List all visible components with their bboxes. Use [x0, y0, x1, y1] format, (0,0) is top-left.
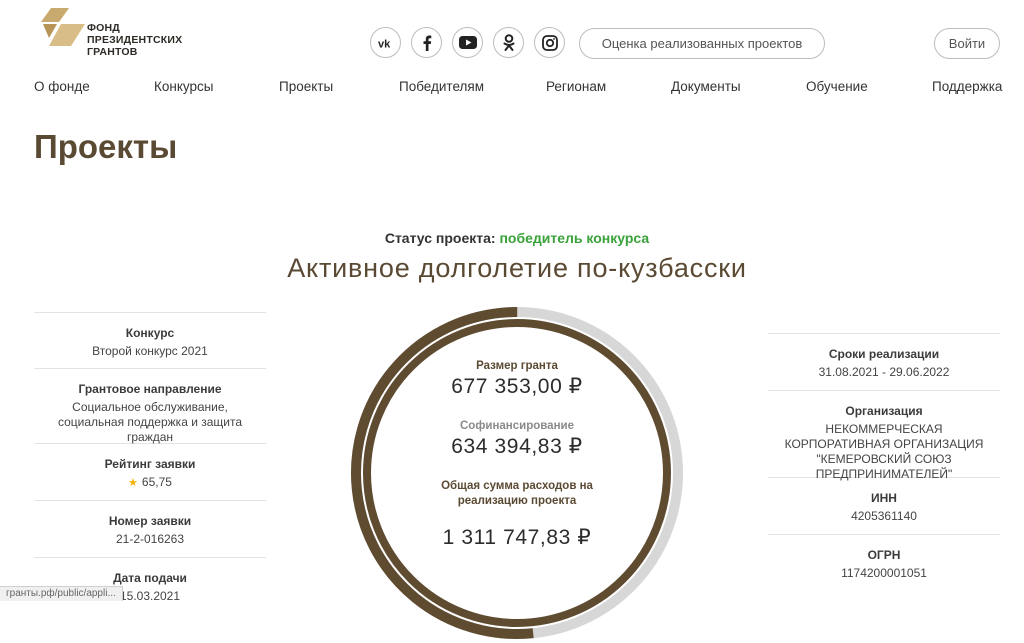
facebook-icon	[423, 35, 431, 51]
brand-line: ПРЕЗИДЕНТСКИХ	[87, 34, 183, 46]
main-nav: О фонде Конкурсы Проекты Победителям Рег…	[0, 79, 1024, 97]
ring-grant-share	[351, 307, 683, 639]
info-rating: Рейтинг заявки ★ 65,75	[34, 443, 266, 500]
project-status: Статус проекта: победитель конкурса	[0, 230, 1024, 246]
youtube-icon	[458, 36, 477, 49]
funding-ring-chart	[351, 307, 683, 639]
info-label: ИНН	[871, 491, 897, 505]
info-inn: ИНН 4205361140	[768, 477, 1000, 534]
brand-line: ФОНД	[87, 22, 120, 34]
odnoklassniki-icon	[503, 34, 514, 51]
star-icon: ★	[128, 477, 138, 489]
info-value: НЕКОММЕРЧЕСКАЯ КОРПОРАТИВНАЯ ОРГАНИЗАЦИЯ…	[784, 422, 984, 481]
logo-emblem-icon	[41, 8, 85, 46]
info-label: Грантовое направление	[78, 382, 222, 396]
info-label: Сроки реализации	[828, 347, 940, 361]
vk-icon: vk	[378, 38, 391, 48]
total-label: Общая сумма расходов на реализацию проек…	[441, 480, 593, 507]
cofinancing-label: Софинансирование	[460, 420, 574, 432]
facebook-link[interactable]	[411, 27, 442, 58]
project-title: Активное долголетие по-кузбасски	[287, 253, 747, 283]
info-application-number: Номер заявки 21-2-016263	[34, 500, 266, 557]
cofinancing-value: 634 394,83 ₽	[451, 435, 583, 458]
info-label: ОГРН	[867, 548, 901, 562]
left-info-panel: Конкурс Второй конкурс 2021 Грантовое на…	[34, 312, 266, 603]
rating-value: 65,75	[141, 475, 172, 489]
nav-item-winners[interactable]: Победителям	[399, 79, 484, 94]
nav-item-about[interactable]: О фонде	[34, 79, 90, 94]
info-label: Номер заявки	[108, 514, 192, 528]
project-evaluation-button[interactable]: Оценка реализованных проектов	[579, 28, 825, 59]
info-grant-direction: Грантовое направление Социальное обслужи…	[34, 368, 266, 444]
funding-ring: Размер гранта 677 353,00 ₽ Софинансирова…	[347, 303, 687, 643]
logo[interactable]: ФОНД ПРЕЗИДЕНТСКИХ ГРАНТОВ	[41, 8, 211, 62]
total-value: 1 311 747,83 ₽	[442, 526, 592, 549]
nav-item-projects[interactable]: Проекты	[279, 79, 333, 94]
browser-status-url: гранты.рф/public/appli...	[0, 586, 123, 601]
youtube-link[interactable]	[452, 27, 483, 58]
info-value: Второй конкурс 2021	[92, 344, 208, 358]
info-ogrn: ОГРН 1174200001051	[768, 534, 1000, 591]
info-value: 4205361140	[851, 509, 917, 523]
info-organization: Организация НЕКОММЕРЧЕСКАЯ КОРПОРАТИВНАЯ…	[768, 390, 1000, 481]
info-value: Социальное обслуживание, социальная подд…	[57, 400, 243, 444]
right-info-panel: Сроки реализации 31.08.2021 - 29.06.2022…	[768, 333, 1000, 591]
info-label: Рейтинг заявки	[104, 457, 196, 471]
grant-value: 677 353,00 ₽	[451, 375, 583, 398]
info-label: Организация	[845, 404, 923, 418]
login-button[interactable]: Войти	[934, 28, 1000, 59]
nav-item-support[interactable]: Поддержка	[932, 79, 1002, 94]
grant-label: Размер гранта	[476, 360, 558, 372]
page-title: Проекты	[34, 128, 178, 165]
nav-item-learning[interactable]: Обучение	[806, 79, 868, 94]
social-links: vk	[370, 27, 565, 58]
info-value: 21-2-016263	[115, 532, 185, 546]
vk-link[interactable]: vk	[370, 27, 401, 58]
info-contest: Конкурс Второй конкурс 2021	[34, 312, 266, 368]
nav-item-contests[interactable]: Конкурсы	[154, 79, 213, 94]
brand-line: ГРАНТОВ	[87, 46, 138, 58]
info-value: ★ 65,75	[34, 475, 266, 491]
instagram-link[interactable]	[534, 27, 565, 58]
svg-text:vk: vk	[378, 38, 391, 48]
info-value: 31.08.2021 - 29.06.2022	[818, 365, 950, 379]
status-label: Статус проекта:	[384, 230, 496, 246]
info-implementation-period: Сроки реализации 31.08.2021 - 29.06.2022	[768, 333, 1000, 390]
odnoklassniki-link[interactable]	[493, 27, 524, 58]
status-value: победитель конкурса	[499, 230, 650, 246]
nav-item-documents[interactable]: Документы	[671, 79, 741, 94]
nav-item-regions[interactable]: Регионам	[546, 79, 606, 94]
instagram-icon	[541, 34, 558, 51]
info-label: Конкурс	[125, 326, 175, 340]
brand-name: ФОНД ПРЕЗИДЕНТСКИХ ГРАНТОВ	[87, 22, 182, 58]
info-value: 1174200001051	[841, 566, 927, 580]
info-label: Дата подачи	[113, 571, 187, 585]
